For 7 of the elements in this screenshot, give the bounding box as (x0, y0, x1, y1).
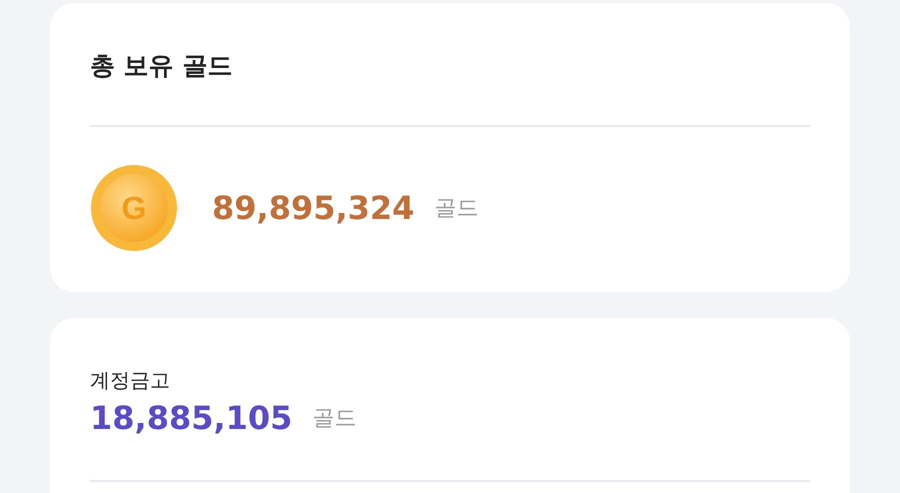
currency-unit: 골드 (434, 195, 478, 223)
coin-icon: G (90, 164, 178, 252)
card-title: 총 보유 골드 (90, 50, 234, 82)
vault-label: 계정금고 (90, 367, 171, 394)
vault-currency-unit: 골드 (312, 405, 356, 433)
balance-amount: 89,895,324 (212, 188, 414, 228)
vault-amount: 18,885,105 (90, 398, 292, 438)
